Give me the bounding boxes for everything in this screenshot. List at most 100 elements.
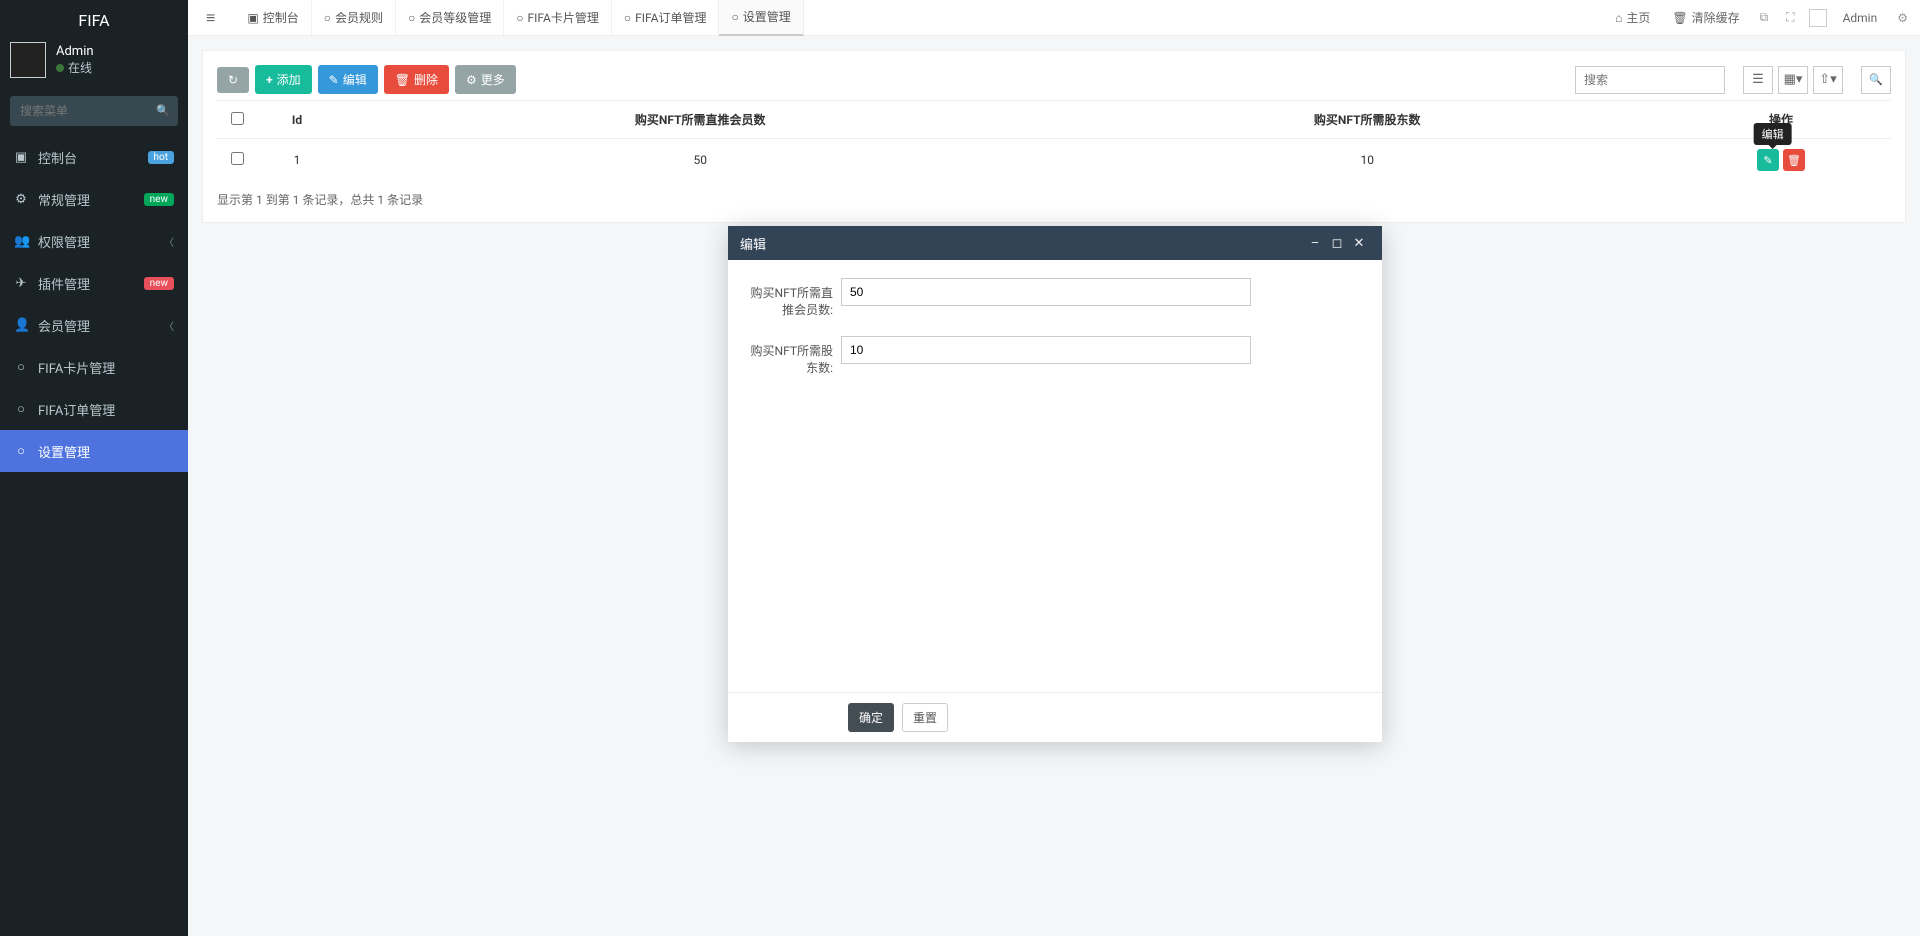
sidebar-item-label: 常规管理 [38, 190, 90, 209]
modal-minimize-button[interactable] [1304, 236, 1326, 251]
trash-icon [1672, 11, 1687, 25]
field-members-label: 购买NFT所需直推会员数: [746, 278, 841, 318]
cell-id: 1 [257, 139, 337, 182]
sidebar-item[interactable]: FIFA卡片管理 [0, 346, 188, 388]
sidebar-item[interactable]: 设置管理 [0, 430, 188, 472]
sidebar-badge: hot [148, 151, 174, 164]
i-circle-icon [324, 11, 331, 25]
edit-modal: 编辑 购买NFT所需直推会员数: 购买NFT所需股东数: [728, 226, 1382, 742]
sidebar-search [10, 96, 178, 126]
i-circle-icon [624, 11, 631, 25]
sidebar-menu: 控制台hot常规管理new权限管理〈插件管理new会员管理〈FIFA卡片管理FI… [0, 136, 188, 472]
i-users-icon [14, 234, 28, 249]
row-checkbox[interactable] [231, 152, 244, 165]
gear-icon [466, 73, 477, 87]
col-members[interactable]: 购买NFT所需直推会员数 [337, 101, 1063, 139]
row-edit-button[interactable] [1757, 149, 1779, 171]
sidebar-search-input[interactable] [10, 96, 178, 126]
sidebar-item-label: 设置管理 [38, 442, 90, 461]
clear-cache-link[interactable]: 清除缓存 [1666, 9, 1745, 26]
view-list-button[interactable] [1743, 66, 1773, 94]
modal-title: 编辑 [740, 234, 1304, 253]
i-dash-icon [14, 150, 28, 165]
table-search-input[interactable] [1575, 66, 1725, 94]
tab-label: 控制台 [263, 9, 299, 26]
tab[interactable]: 设置管理 [719, 0, 803, 36]
sidebar-item-label: 插件管理 [38, 274, 90, 293]
toolbar: 添加 编辑 删除 更多 ▾ ▾ [217, 65, 1891, 94]
edit-button[interactable]: 编辑 [318, 65, 378, 94]
tab[interactable]: FIFA卡片管理 [504, 0, 612, 36]
sidebar: FIFA Admin 在线 控制台hot常规管理new权限管理〈插件管理new会… [0, 0, 188, 936]
i-plane-icon [14, 276, 28, 291]
field-shareholders-label: 购买NFT所需股东数: [746, 336, 841, 376]
grid-icon [1784, 72, 1796, 87]
export-icon [1819, 72, 1830, 87]
add-button[interactable]: 添加 [255, 65, 312, 94]
table-row: 1 50 10 编辑 [217, 139, 1891, 182]
user-name: Admin [56, 44, 94, 59]
tab[interactable]: 会员规则 [312, 0, 396, 36]
i-user-icon [14, 318, 28, 333]
sidebar-item-label: FIFA订单管理 [38, 400, 115, 419]
menu-toggle-icon[interactable] [196, 8, 225, 28]
i-circle-icon [14, 401, 28, 417]
sidebar-item[interactable]: 控制台hot [0, 136, 188, 178]
tab-label: 会员等级管理 [419, 9, 491, 26]
tab[interactable]: 会员等级管理 [396, 0, 504, 36]
cell-members: 50 [337, 139, 1063, 182]
sidebar-item[interactable]: 权限管理 〈 [0, 220, 188, 262]
user-panel: Admin 在线 [0, 30, 188, 90]
chevron-left-icon: 〈 [164, 234, 174, 249]
copy-icon[interactable] [1756, 10, 1773, 25]
settings-icon[interactable] [1893, 11, 1912, 25]
home-link[interactable]: 主页 [1609, 9, 1656, 26]
columns-button[interactable]: ▾ [1778, 66, 1808, 94]
chevron-left-icon: 〈 [164, 318, 174, 333]
refresh-button[interactable] [217, 67, 249, 93]
i-dash-icon [247, 11, 258, 25]
tab-label: 设置管理 [743, 8, 791, 25]
fullscreen-icon[interactable] [1782, 10, 1798, 25]
sidebar-item[interactable]: 常规管理 new [0, 178, 188, 220]
i-circle-icon [14, 443, 28, 459]
modal-close-button[interactable] [1348, 236, 1370, 251]
cell-shareholders: 10 [1063, 139, 1671, 182]
more-button[interactable]: 更多 [455, 65, 516, 94]
edit-tooltip: 编辑 [1754, 123, 1792, 145]
modal-maximize-button[interactable] [1326, 236, 1348, 251]
delete-button[interactable]: 删除 [384, 65, 449, 94]
modal-header[interactable]: 编辑 [728, 226, 1382, 260]
col-id[interactable]: Id [257, 101, 337, 139]
field-shareholders-input[interactable] [841, 336, 1251, 364]
modal-reset-button[interactable]: 重置 [902, 703, 948, 732]
user-status: 在线 [56, 59, 94, 76]
search-icon[interactable] [156, 103, 170, 118]
sidebar-item-label: FIFA卡片管理 [38, 358, 115, 377]
record-info: 显示第 1 到第 1 条记录，总共 1 条记录 [217, 191, 1891, 208]
tab-label: FIFA卡片管理 [527, 9, 598, 26]
i-circle-icon [516, 11, 523, 25]
field-members-input[interactable] [841, 278, 1251, 306]
sidebar-item[interactable]: 插件管理new [0, 262, 188, 304]
sidebar-item[interactable]: 会员管理〈 [0, 304, 188, 346]
select-all-checkbox[interactable] [231, 112, 244, 125]
modal-ok-button[interactable]: 确定 [848, 703, 894, 732]
brand-title: FIFA [0, 0, 188, 30]
tab-label: FIFA订单管理 [635, 9, 706, 26]
sidebar-item[interactable]: FIFA订单管理 [0, 388, 188, 430]
data-table: Id 购买NFT所需直推会员数 购买NFT所需股东数 操作 1 50 10 [217, 100, 1891, 181]
home-icon [1615, 11, 1622, 25]
refresh-icon [228, 73, 238, 87]
sidebar-badge: new [144, 193, 174, 206]
common-search-button[interactable] [1861, 66, 1891, 94]
col-shareholders[interactable]: 购买NFT所需股东数 [1063, 101, 1671, 139]
row-delete-button[interactable] [1783, 149, 1805, 171]
tab[interactable]: FIFA订单管理 [612, 0, 720, 36]
admin-dropdown[interactable]: Admin [1837, 11, 1884, 25]
trash-icon [395, 73, 410, 87]
tab[interactable]: 控制台 [235, 0, 311, 36]
sidebar-item-label: 权限管理 [38, 232, 90, 251]
avatar [10, 42, 46, 78]
export-button[interactable]: ▾ [1813, 66, 1843, 94]
